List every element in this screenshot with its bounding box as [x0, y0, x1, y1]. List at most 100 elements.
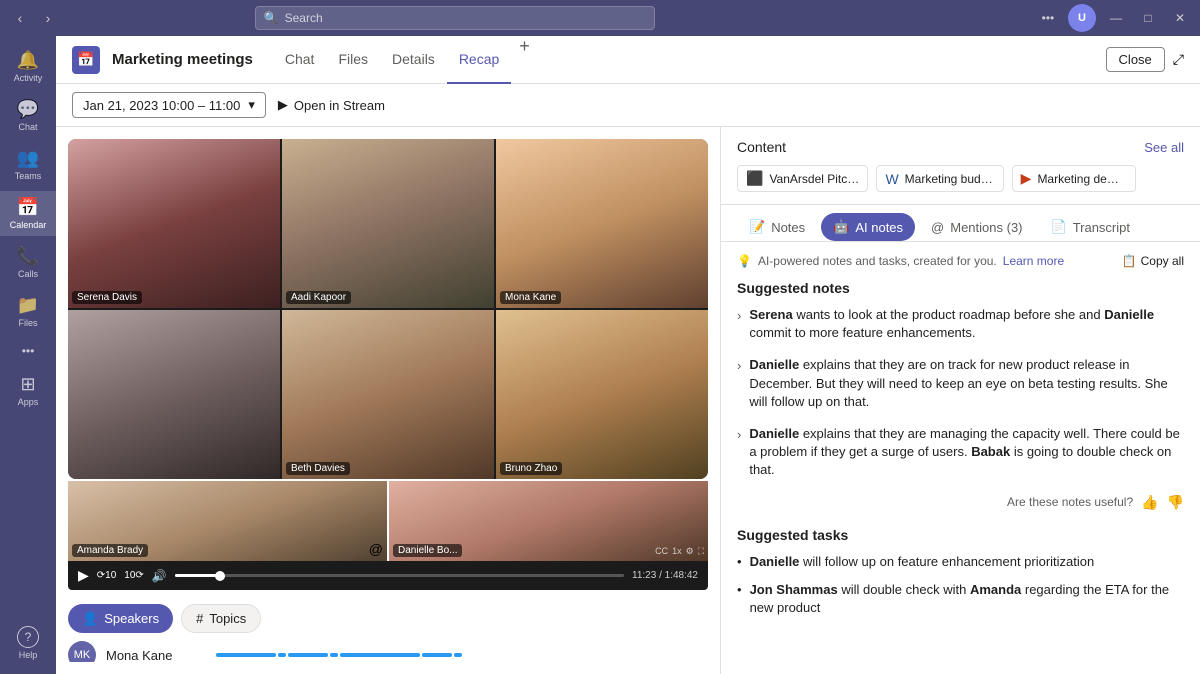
- more-icon: •••: [22, 344, 35, 358]
- see-all-button[interactable]: See all: [1144, 140, 1184, 155]
- copy-all-label: Copy all: [1141, 254, 1184, 268]
- more-button[interactable]: •••: [1036, 6, 1060, 30]
- ai-notes-tab-label: AI notes: [855, 220, 903, 235]
- mentions-tab-icon: @: [931, 220, 944, 235]
- sidebar-item-activity[interactable]: 🔔 Activity: [0, 44, 56, 89]
- sidebar-item-chat[interactable]: 💬 Chat: [0, 93, 56, 138]
- video-container: Serena Davis Aadi Kapoor Mona Kane: [68, 139, 708, 590]
- suggested-notes-title: Suggested notes: [737, 280, 1184, 296]
- tab-mentions[interactable]: @ Mentions (3): [919, 213, 1034, 241]
- volume-button[interactable]: 🔊: [152, 569, 167, 583]
- time-display: 11:23 / 1:48:42: [632, 570, 698, 581]
- bar: [422, 653, 452, 657]
- ai-text: AI-powered notes and tasks, created for …: [758, 254, 997, 268]
- video-cell-beth: Beth Davies: [282, 310, 494, 479]
- add-tab-button[interactable]: +: [511, 36, 538, 84]
- at-icon: @: [369, 541, 383, 557]
- main-split: Serena Davis Aadi Kapoor Mona Kane: [56, 127, 1200, 674]
- speed-icon: 1x: [672, 546, 682, 557]
- minimize-button[interactable]: —: [1104, 6, 1128, 30]
- chevron-icon-1: ›: [737, 307, 741, 342]
- skip-button[interactable]: 10⟳: [124, 570, 144, 581]
- search-icon: 🔍: [264, 11, 279, 25]
- suggested-note-2: › Danielle explains that they are on tra…: [737, 356, 1184, 411]
- speakers-list: MK Mona Kane: [68, 641, 708, 662]
- sub-header: Jan 21, 2023 10:00 – 11:00 ▾ ▶ Open in S…: [56, 84, 1200, 127]
- bullet-2: •: [737, 581, 742, 617]
- note-text-3: Danielle explains that they are managing…: [749, 425, 1184, 480]
- task-text-2: Jon Shammas will double check with Amand…: [750, 581, 1184, 617]
- maximize-button[interactable]: □: [1136, 6, 1160, 30]
- sidebar-item-more[interactable]: •••: [0, 338, 56, 364]
- video-bottom-row: Amanda Brady @ Danielle Bo... CC 1x: [68, 481, 708, 561]
- title-bar: ‹ › 🔍 ••• U — □ ✕: [0, 0, 1200, 36]
- rewind-button[interactable]: ⟳10: [97, 570, 117, 581]
- activity-icon: 🔔: [17, 50, 39, 71]
- transcript-tab-icon: 📄: [1051, 219, 1067, 235]
- close-meeting-button[interactable]: Close: [1106, 47, 1165, 72]
- calendar-icon: 📅: [17, 197, 39, 218]
- tab-files[interactable]: Files: [326, 36, 380, 84]
- teams-icon: 👥: [17, 148, 39, 169]
- tab-transcript[interactable]: 📄 Transcript: [1039, 213, 1143, 241]
- sidebar-item-activity-label: Activity: [14, 73, 43, 83]
- notes-feedback: Are these notes useful? 👍 👎: [737, 494, 1184, 511]
- learn-more-link[interactable]: Learn more: [1003, 254, 1064, 268]
- file-ppt[interactable]: ⬛ VanArsdel PitchDe...: [737, 165, 868, 192]
- open-in-stream-button[interactable]: ▶ Open in Stream: [278, 97, 385, 113]
- file-stream[interactable]: ▶ Marketing demo...: [1012, 165, 1137, 192]
- sidebar-item-help[interactable]: ? Help: [17, 620, 39, 666]
- suggested-tasks-title: Suggested tasks: [737, 527, 1184, 543]
- video-feed-aadi: [282, 139, 494, 308]
- tab-notes[interactable]: 📝 Notes: [737, 213, 817, 241]
- bar: [288, 653, 328, 657]
- thumbs-up-button[interactable]: 👍: [1141, 494, 1158, 511]
- thumbs-down-button[interactable]: 👎: [1167, 494, 1184, 511]
- title-bar-actions: ••• U — □ ✕: [1036, 4, 1192, 32]
- sidebar-item-files[interactable]: 📁 Files: [0, 289, 56, 334]
- tab-recap[interactable]: Recap: [447, 36, 511, 84]
- meeting-header: 📅 Marketing meetings Chat Files Details …: [56, 36, 1200, 84]
- forward-button[interactable]: ›: [36, 6, 60, 30]
- copy-all-button[interactable]: 📋 Copy all: [1122, 254, 1184, 268]
- tab-speakers[interactable]: 👤 Speakers: [68, 604, 173, 633]
- tab-details[interactable]: Details: [380, 36, 447, 84]
- progress-bar[interactable]: [175, 574, 624, 577]
- tab-topics[interactable]: # Topics: [181, 604, 261, 633]
- speakers-icon: 👤: [82, 611, 98, 627]
- file-name-stream: Marketing demo...: [1037, 172, 1127, 186]
- meeting-icon: 📅: [72, 46, 100, 74]
- sidebar-item-teams[interactable]: 👥 Teams: [0, 142, 56, 187]
- search-input[interactable]: [285, 11, 646, 25]
- participant-label-serena: Serena Davis: [72, 291, 142, 304]
- popout-button[interactable]: ⤢: [1173, 47, 1184, 72]
- back-button[interactable]: ‹: [8, 6, 32, 30]
- help-icon: ?: [17, 626, 39, 648]
- sidebar-item-calls[interactable]: 📞 Calls: [0, 240, 56, 285]
- user-avatar[interactable]: U: [1068, 4, 1096, 32]
- bar: [216, 653, 276, 657]
- date-selector[interactable]: Jan 21, 2023 10:00 – 11:00 ▾: [72, 92, 266, 118]
- video-overlay-danielle: CC 1x ⚙ ⛶: [655, 546, 704, 557]
- stream-file-icon: ▶: [1021, 170, 1032, 187]
- notes-tabs: 📝 Notes 🤖 AI notes @ Mentions (3) 📄 Tran…: [721, 205, 1200, 242]
- sidebar-item-chat-label: Chat: [18, 122, 37, 132]
- bar: [330, 653, 338, 657]
- search-bar[interactable]: 🔍: [255, 6, 655, 30]
- close-window-button[interactable]: ✕: [1168, 6, 1192, 30]
- video-cell-serena: Serena Davis: [68, 139, 280, 308]
- participant-label-bruno: Bruno Zhao: [500, 462, 562, 475]
- meeting-title: Marketing meetings: [112, 51, 253, 68]
- video-cell-bruno: Bruno Zhao: [496, 310, 708, 479]
- sidebar-item-calendar[interactable]: 📅 Calendar: [0, 191, 56, 236]
- participant-label-aadi: Aadi Kapoor: [286, 291, 351, 304]
- tab-chat[interactable]: Chat: [273, 36, 327, 84]
- sidebar-item-apps[interactable]: ⊞ Apps: [0, 368, 56, 413]
- progress-handle[interactable]: [215, 571, 225, 581]
- play-button[interactable]: ▶: [78, 567, 89, 584]
- file-word[interactable]: W Marketing budget...: [876, 165, 1003, 192]
- bar: [340, 653, 420, 657]
- sidebar-bottom: ? Help: [17, 620, 39, 666]
- cc-icon: CC: [655, 546, 668, 557]
- tab-ai-notes[interactable]: 🤖 AI notes: [821, 213, 915, 241]
